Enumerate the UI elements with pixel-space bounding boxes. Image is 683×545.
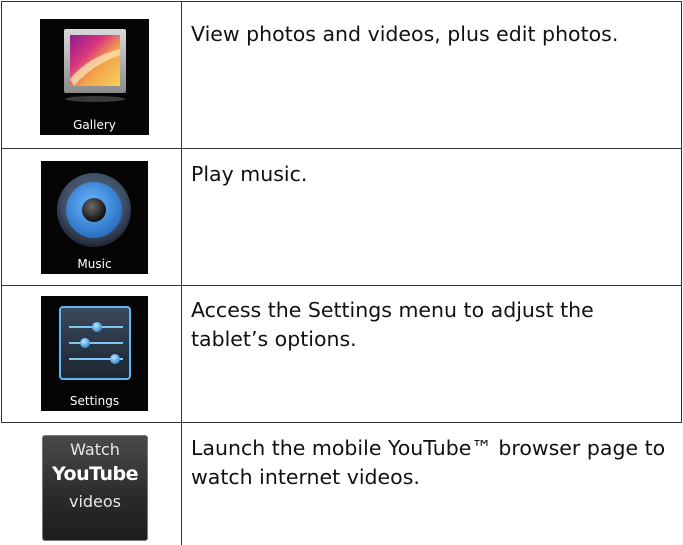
settings-tile: Settings [41,296,148,411]
table-row: Watch YouTube videos Launch the mobile Y… [0,423,683,545]
table-row: Gallery View photos and videos, plus edi… [0,2,683,148]
gallery-description: View photos and videos, plus edit photos… [191,22,619,46]
youtube-label-logo: YouTube [52,463,138,485]
youtube-label-watch: Watch [70,440,120,459]
settings-label: Settings [69,394,120,408]
table-row: Settings Access the Settings menu to adj… [0,286,683,422]
gallery-label: Gallery [73,118,116,132]
music-description: Play music. [191,162,308,186]
youtube-icon: Watch YouTube videos [42,435,148,541]
youtube-label-videos: videos [68,492,122,511]
youtube-description: Launch the mobile YouTube™ browser page … [191,436,666,489]
music-tile: Music [41,161,148,274]
gallery-tile: Gallery [40,19,149,135]
music-label: Music [77,257,112,271]
app-table: Gallery View photos and videos, plus edi… [0,0,683,545]
settings-description: Access the Settings menu to adjust the t… [191,298,594,351]
table-row: Music Play music. [0,149,683,285]
